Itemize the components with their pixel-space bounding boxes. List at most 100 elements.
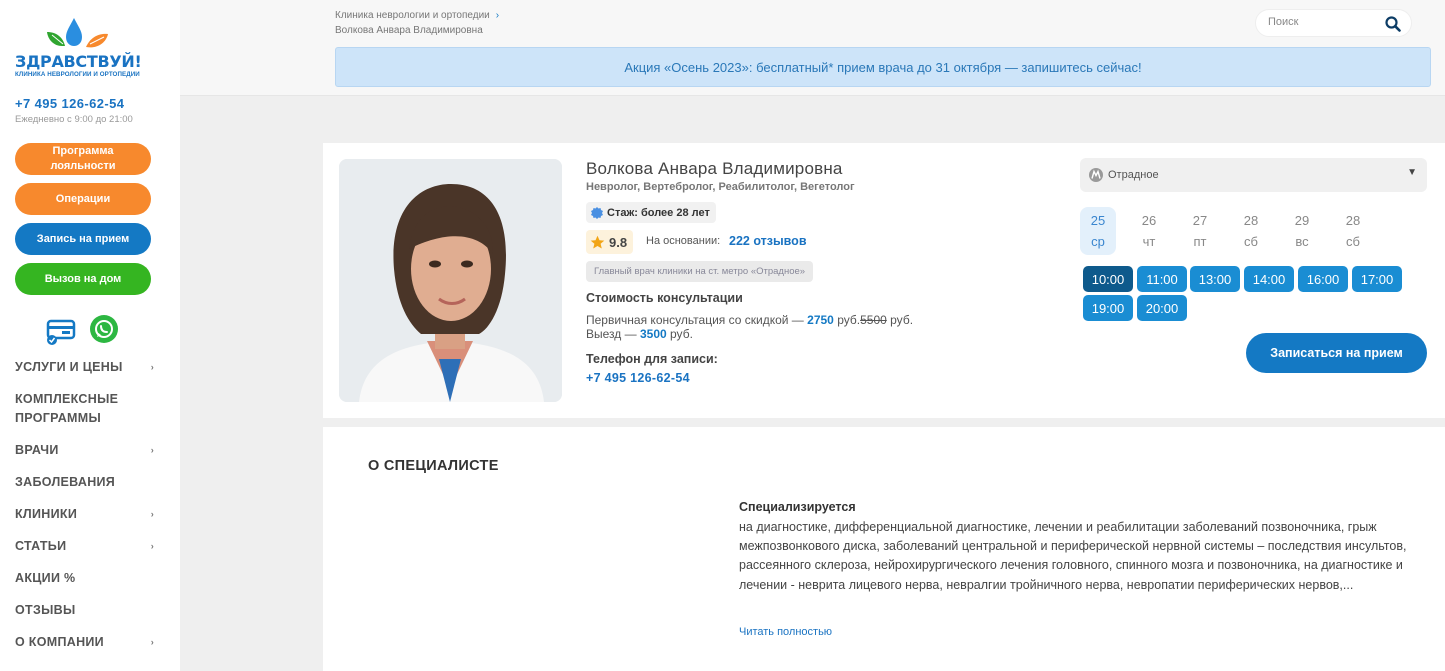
cost-primary-old-unit: руб. [890,313,914,327]
breadcrumb-current: Волкова Анвара Владимировна [335,25,483,36]
chevron-right-icon: › [150,509,154,519]
star-icon [590,235,605,248]
date-weekday: пт [1193,234,1207,249]
doctor-card: Волкова Анвара Владимировна Невролог, Ве… [323,143,1445,418]
logo-emblem-icon [47,18,108,48]
contact-icons [45,314,125,346]
nav-item-doctors[interactable]: ВРАЧИ › [15,441,160,460]
nav-label: КЛИНИКИ [15,507,78,521]
cost-primary-price: 2750 [807,313,834,327]
breadcrumb: Клиника неврологии и ортопедии › Волкова … [335,8,499,38]
badge-icon [591,206,603,219]
sidebar-phone-link[interactable]: +7 495 126-62-54 [15,96,124,111]
logo-subtitle: КЛИНИКА НЕВРОЛОГИИ И ОРТОПЕДИИ [15,71,140,78]
booking-phone-link[interactable]: +7 495 126-62-54 [586,371,690,385]
chevron-right-icon: › [150,637,154,647]
time-slot[interactable]: 20:00 [1137,295,1187,321]
specialization-title: Специализируется [739,500,856,514]
nav-label: ВРАЧИ [15,443,59,457]
date-option[interactable]: 26 чт [1131,207,1167,255]
date-day: 26 [1141,213,1157,228]
time-slot[interactable]: 17:00 [1352,266,1402,292]
date-day: 28 [1243,213,1259,228]
breadcrumb-chevron-icon: › [495,10,500,21]
nav-item-diseases[interactable]: ЗАБОЛЕВАНИЯ [15,473,160,492]
time-slot[interactable]: 14:00 [1244,266,1294,292]
nav-item-articles[interactable]: СТАТЬИ › [15,537,160,556]
metro-label: Отрадное [1108,169,1159,181]
appointment-button[interactable]: Запись на прием [15,223,151,255]
top-header: Клиника неврологии и ортопедии › Волкова … [180,0,1445,96]
time-slot[interactable]: 11:00 [1137,266,1187,292]
doctor-photo [339,159,562,402]
whatsapp-icon[interactable] [89,314,119,344]
time-slot[interactable]: 13:00 [1190,266,1240,292]
rating-badge: 9.8 [586,230,634,254]
date-option[interactable]: 27 пт [1182,207,1218,255]
cost-primary-old-price: 5500 [860,313,887,327]
rating-value: 9.8 [609,234,628,250]
caret-down-icon: ▼ [1407,167,1417,178]
about-section: О СПЕЦИАЛИСТЕ Специализируется на диагно… [323,427,1445,671]
search-icon[interactable] [1385,16,1401,32]
cost-visit: Выезд — 3500 руб. [586,327,693,341]
reviews-link[interactable]: 222 отзывов [729,234,807,248]
time-slot[interactable]: 10:00 [1083,266,1133,292]
cost-primary-unit: руб. [837,313,861,327]
doctor-name: Волкова Анвара Владимировна [586,159,843,178]
nav-item-programs[interactable]: КОМПЛЕКСНЫЕ ПРОГРАММЫ [15,390,135,428]
promo-banner[interactable]: Акция «Осень 2023»: бесплатный* прием вр… [335,47,1431,87]
specialization-text: на диагностике, дифференциальной диагнос… [739,520,1407,592]
date-option[interactable]: 25 ср [1080,207,1116,255]
search-input[interactable] [1268,16,1388,28]
time-slot[interactable]: 19:00 [1083,295,1133,321]
date-day: 27 [1192,213,1208,228]
loyalty-label-line2: лояльности [50,160,116,172]
sidebar: ЗДРАВСТВУЙ! КЛИНИКА НЕВРОЛОГИИ И ОРТОПЕД… [0,0,180,671]
cost-title: Стоимость консультации [586,291,743,305]
date-weekday: вс [1295,234,1309,249]
cost-primary-label: Первичная консультация со скидкой — [586,313,804,327]
chevron-right-icon: › [150,362,154,372]
nav-item-promos[interactable]: АКЦИИ % [15,569,160,588]
chevron-right-icon: › [150,445,154,455]
experience-badge: Стаж: более 28 лет [586,202,716,223]
doctor-specialties: Невролог, Вертебролог, Реабилитолог, Вег… [586,181,855,193]
nav-label: СТАТЬИ [15,539,67,553]
about-title: О СПЕЦИАЛИСТЕ [368,458,499,474]
breadcrumb-parent-link[interactable]: Клиника неврологии и ортопедии [335,10,490,21]
date-day: 25 [1090,213,1106,228]
date-weekday: чт [1142,234,1156,249]
working-hours: Ежедневно с 9:00 до 21:00 [15,114,133,125]
book-appointment-button[interactable]: Записаться на прием [1246,333,1427,373]
nav-item-reviews[interactable]: ОТЗЫВЫ [15,601,160,620]
date-option[interactable]: 29 вс [1284,207,1320,255]
metro-select[interactable]: Отрадное ▼ [1080,158,1427,192]
date-option[interactable]: 28 сб [1233,207,1269,255]
nav-item-services[interactable]: УСЛУГИ И ЦЕНЫ › [15,358,160,377]
chevron-right-icon: › [150,541,154,551]
date-weekday: сб [1346,234,1360,249]
card-icon[interactable] [45,316,77,346]
nav-item-clinics[interactable]: КЛИНИКИ › [15,505,160,524]
nav-item-company[interactable]: О КОМПАНИИ › [15,633,160,652]
time-slot[interactable]: 16:00 [1298,266,1348,292]
nav-label: АКЦИИ % [15,571,76,585]
house-call-button[interactable]: Вызов на дом [15,263,151,295]
read-more-link[interactable]: Читать полностью [739,626,832,638]
rating-basis-label: На основании: [646,235,721,247]
sidebar-nav: УСЛУГИ И ЦЕНЫ › КОМПЛЕКСНЫЕ ПРОГРАММЫ ВРА… [15,358,160,652]
date-option[interactable]: 28 сб [1335,207,1371,255]
cost-visit-label: Выезд — [586,327,637,341]
date-weekday: ср [1091,234,1105,249]
date-picker: 25 ср 26 чт 27 пт 28 сб 29 вс 28 сб [1080,207,1380,257]
phone-title: Телефон для записи: [586,352,718,366]
operations-button[interactable]: Операции [15,183,151,215]
date-day: 29 [1294,213,1310,228]
nav-label: КОМПЛЕКСНЫЕ ПРОГРАММЫ [15,392,119,425]
cost-visit-price: 3500 [639,327,667,341]
logo-text: ЗДРАВСТВУЙ! [15,52,142,71]
clinic-logo[interactable]: ЗДРАВСТВУЙ! КЛИНИКА НЕВРОЛОГИИ И ОРТОПЕД… [14,16,154,82]
loyalty-program-button[interactable]: Программа лояльности [15,143,151,175]
metro-icon [1089,168,1103,182]
